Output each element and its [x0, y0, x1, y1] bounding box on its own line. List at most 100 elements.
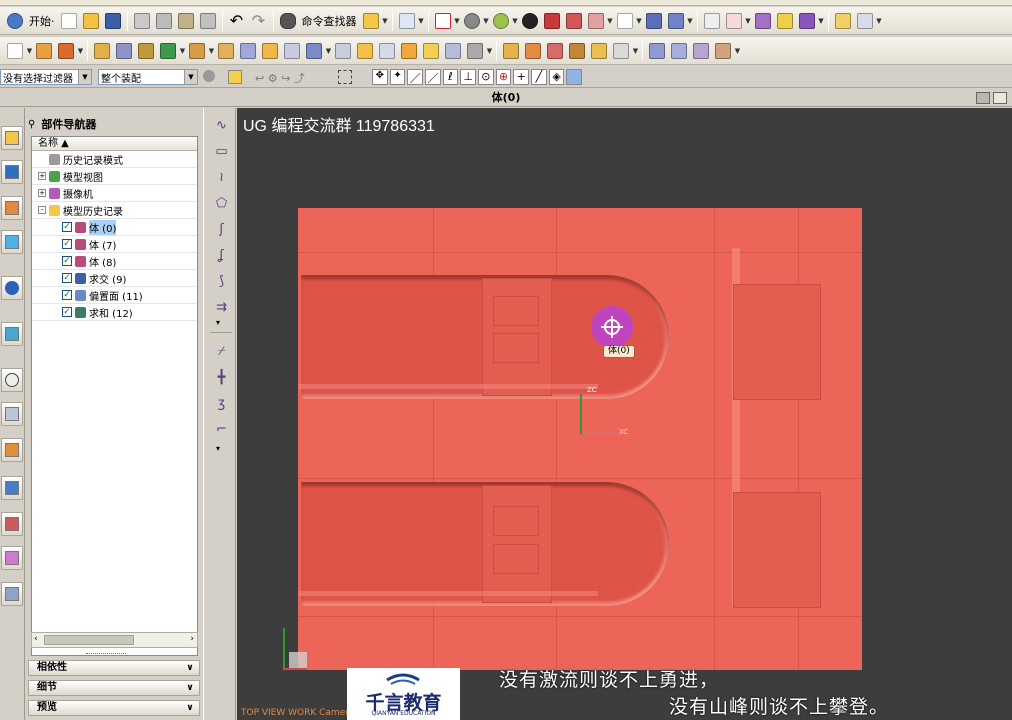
palette-tab[interactable]: [1, 546, 23, 570]
datum-axis-icon[interactable]: [114, 41, 134, 61]
redo-icon[interactable]: ↷: [249, 11, 269, 31]
red-part-body[interactable]: [298, 208, 862, 670]
point-icon[interactable]: [158, 41, 178, 61]
sew-icon[interactable]: [589, 41, 609, 61]
browser-tab[interactable]: [1, 582, 23, 606]
toolbar-more-icon[interactable]: ▾: [216, 444, 220, 453]
sketch-dropdown-icon[interactable]: ▼: [26, 41, 33, 61]
tree-row[interactable]: - 模型历史记录: [32, 202, 197, 219]
snap-enable-icon[interactable]: ✥: [372, 69, 388, 85]
process-studio-tab[interactable]: [1, 402, 23, 426]
wcs-dropdown-icon[interactable]: ▼: [745, 11, 752, 31]
rectangle-select-icon[interactable]: [338, 70, 352, 84]
polygon-icon[interactable]: ⬠: [212, 194, 231, 213]
scale-body-icon[interactable]: [611, 41, 631, 61]
dependencies-panel[interactable]: 相依性 ∨: [28, 660, 200, 676]
snap-point-icons[interactable]: ↩ ⚙ ↪ ⤴: [255, 70, 315, 85]
point-on-face-icon[interactable]: ◈: [548, 69, 565, 85]
visibility-checkbox[interactable]: ✓: [62, 256, 72, 266]
control-point-icon[interactable]: ℓ: [442, 69, 459, 85]
chevron-down-icon[interactable]: ∨: [183, 681, 197, 695]
block-dropdown-icon[interactable]: ▼: [208, 41, 215, 61]
scroll-left-icon[interactable]: ‹: [34, 634, 38, 644]
delete-icon[interactable]: [198, 11, 218, 31]
visibility-checkbox[interactable]: ✓: [62, 290, 72, 300]
existing-point-icon[interactable]: +: [513, 69, 530, 85]
internet-explorer-tab[interactable]: [1, 276, 23, 300]
mid-point-icon[interactable]: ／: [425, 69, 441, 85]
rotate-view-icon[interactable]: [462, 11, 482, 31]
select-tool-icon[interactable]: [397, 11, 417, 31]
layer-dropdown-icon[interactable]: ▼: [687, 11, 694, 31]
expand-icon[interactable]: +: [38, 189, 46, 197]
wizard-icon[interactable]: [361, 11, 381, 31]
boss-icon[interactable]: [260, 41, 280, 61]
render-style-icon[interactable]: [520, 11, 540, 31]
expand-icon[interactable]: +: [38, 172, 46, 180]
curve-length-icon[interactable]: ʒ: [212, 394, 231, 413]
navigator-tree[interactable]: 名称 ▲ 历史记录模式 + 模型视图 + 摄像机 - 模型历史记录 ✓ 体 (0) ✓ 体 (7) ✓…: [31, 136, 198, 656]
rectangle-icon[interactable]: ▭: [212, 142, 231, 161]
datum-plane-icon[interactable]: [92, 41, 112, 61]
tree-row[interactable]: ✓ 体 (0): [32, 219, 197, 236]
graphics-window[interactable]: UG 编程交流群 119786331 体(0) ZC XC TOP VIEW W…: [237, 108, 1012, 720]
clip-cube-icon[interactable]: [586, 11, 606, 31]
transform-icon[interactable]: [775, 11, 795, 31]
tree-row[interactable]: ✓ 求交 (9): [32, 270, 197, 287]
details-panel[interactable]: 细节 ∨: [28, 680, 200, 696]
cylinder-icon[interactable]: [216, 41, 236, 61]
binoculars-icon[interactable]: [278, 11, 298, 31]
offset-face-tool-icon[interactable]: [545, 41, 565, 61]
command-finder-button[interactable]: 命令查找器: [302, 13, 357, 29]
tree-row[interactable]: ✓ 求和 (12): [32, 304, 197, 321]
visibility-checkbox[interactable]: ✓: [62, 273, 72, 283]
move-dropdown-icon[interactable]: ▼: [818, 11, 825, 31]
tree-row[interactable]: 历史记录模式: [32, 151, 197, 168]
text-curve-icon[interactable]: ⇉: [212, 298, 231, 317]
analysis-icon[interactable]: [855, 11, 875, 31]
sketch-icon[interactable]: [5, 41, 25, 61]
chevron-down-icon[interactable]: ∨: [183, 661, 197, 675]
move-layer-icon[interactable]: [666, 11, 686, 31]
tree-row[interactable]: ✓ 体 (8): [32, 253, 197, 270]
fit-view-icon[interactable]: [433, 11, 453, 31]
background-dropdown-icon[interactable]: ▼: [636, 11, 643, 31]
point-on-curve-icon[interactable]: ╱: [531, 69, 547, 85]
assembly-scope-select[interactable]: 整个装配 ▼: [98, 69, 198, 85]
rotate-dropdown-icon[interactable]: ▼: [483, 11, 490, 31]
manufacturing-wizard-tab[interactable]: [1, 438, 23, 462]
intersect-tool-icon[interactable]: [377, 41, 397, 61]
resize-face-icon[interactable]: [713, 41, 733, 61]
visibility-checkbox[interactable]: ✓: [62, 239, 72, 249]
pad-dropdown-icon[interactable]: ▼: [325, 41, 332, 61]
divide-curve-icon[interactable]: ╋: [212, 368, 231, 387]
copy-icon[interactable]: [154, 11, 174, 31]
extrude-icon[interactable]: [34, 41, 54, 61]
undo-icon[interactable]: ↶: [227, 11, 247, 31]
pin-icon[interactable]: ⚲: [28, 119, 35, 130]
select-dropdown-icon[interactable]: ▼: [418, 11, 425, 31]
tree-row[interactable]: + 摄像机: [32, 185, 197, 202]
paste-icon[interactable]: [176, 11, 196, 31]
block-icon[interactable]: [187, 41, 207, 61]
datum-csys-icon[interactable]: [136, 41, 156, 61]
edit-object-icon[interactable]: [753, 11, 773, 31]
maximize-window-icon[interactable]: [993, 92, 1007, 104]
open-folder-icon[interactable]: [81, 11, 101, 31]
shaded-sphere-icon[interactable]: [491, 11, 511, 31]
move-object-icon[interactable]: [797, 11, 817, 31]
name-column-header[interactable]: 名称 ▲: [32, 137, 197, 151]
start-icon[interactable]: [5, 11, 25, 31]
edge-blend-icon[interactable]: [443, 41, 463, 61]
visibility-checkbox[interactable]: ✓: [62, 307, 72, 317]
quadrant-point-icon[interactable]: ⊕: [495, 69, 512, 85]
new-file-icon[interactable]: [59, 11, 79, 31]
face-dropdown-icon[interactable]: ▼: [734, 41, 741, 61]
pull-face-icon[interactable]: [669, 41, 689, 61]
law-curve-icon[interactable]: ʆ: [212, 246, 231, 265]
feature-dropdown-icon[interactable]: ▼: [77, 41, 84, 61]
preview-panel[interactable]: 预览 ∨: [28, 700, 200, 716]
subtract-icon[interactable]: [355, 41, 375, 61]
replace-face-icon[interactable]: [691, 41, 711, 61]
assembly-navigator-tab[interactable]: [1, 126, 23, 150]
